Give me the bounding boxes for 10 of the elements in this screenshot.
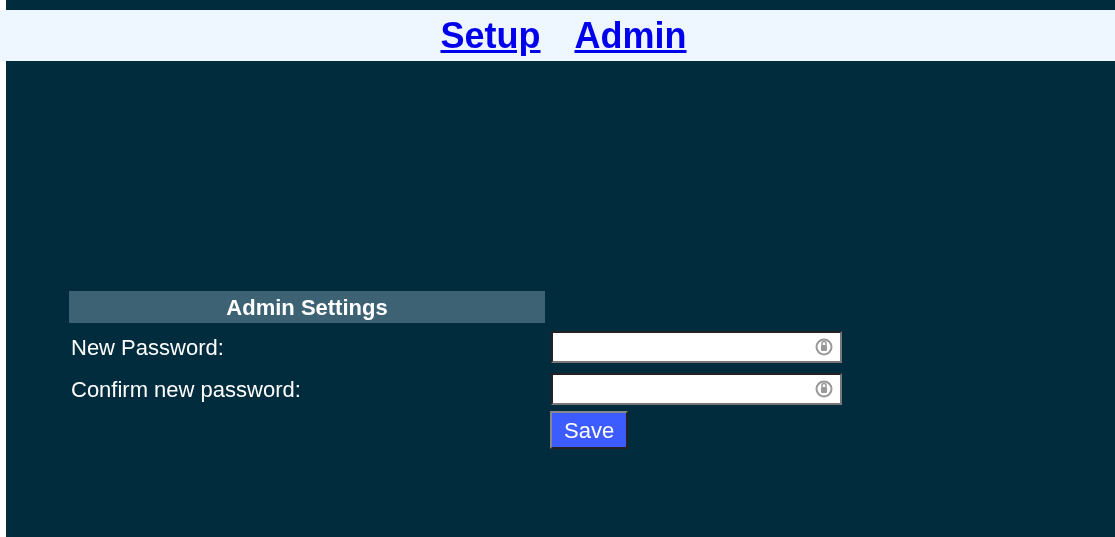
field-label: Confirm new password: <box>70 375 302 404</box>
nav-link[interactable]: Setup <box>440 17 541 54</box>
field-label: New Password: <box>70 333 225 362</box>
section-header: Admin Settings <box>69 291 545 323</box>
password-field[interactable] <box>551 331 842 363</box>
save-button[interactable]: Save <box>550 411 629 449</box>
nav-link[interactable]: Admin <box>574 17 687 54</box>
password-manager-icon[interactable] <box>814 379 834 399</box>
password-field[interactable] <box>551 373 842 405</box>
password-manager-icon[interactable] <box>814 337 834 357</box>
